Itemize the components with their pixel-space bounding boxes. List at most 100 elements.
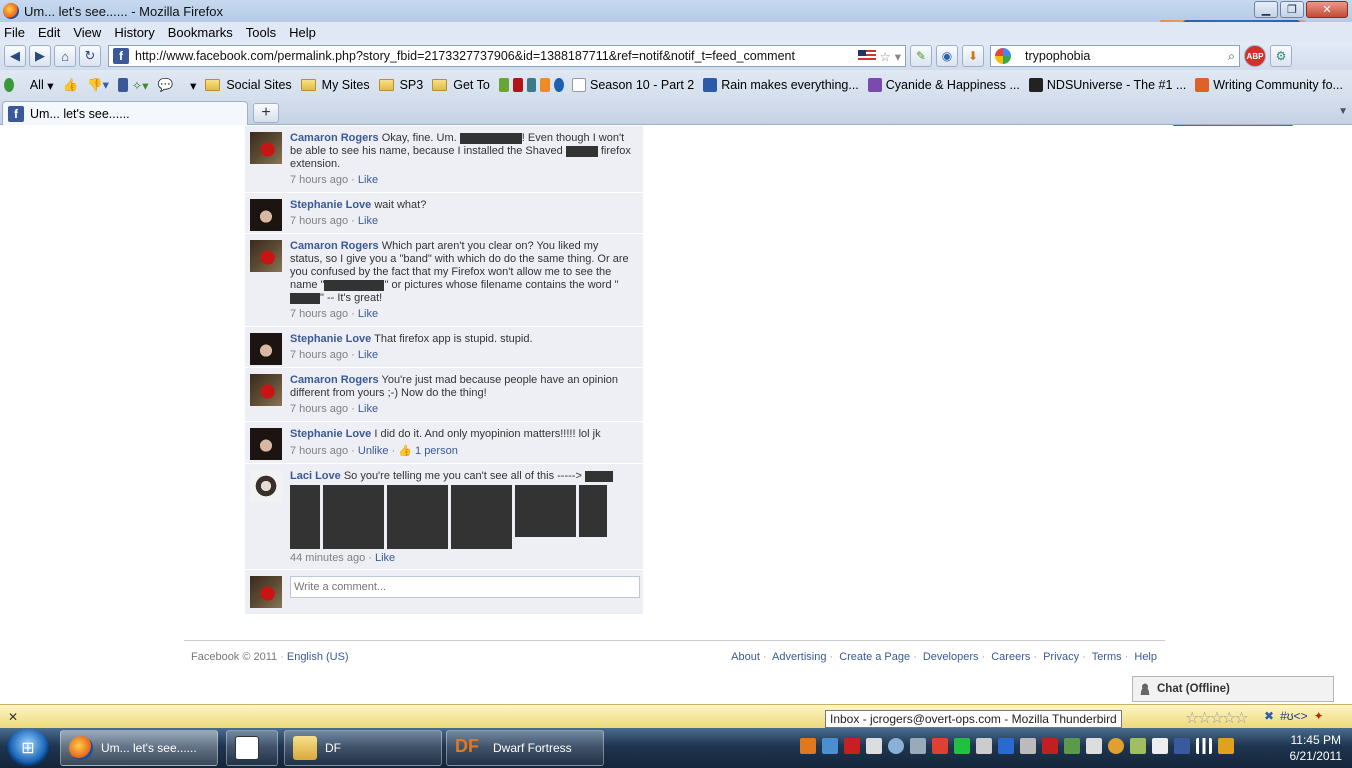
back-button[interactable]: ◀ xyxy=(4,45,26,67)
bookmark-ndsuniverse[interactable]: NDSUniverse - The #1 ... xyxy=(1028,78,1186,92)
leaf-addon-icon[interactable]: ✎ xyxy=(910,45,932,67)
like-count-link[interactable]: 👍 1 person xyxy=(398,445,458,457)
adblock-icon[interactable]: ABP xyxy=(1244,45,1266,67)
url-dropdown-icon[interactable]: ▾ xyxy=(895,49,901,64)
footer-link-developers[interactable]: Developers xyxy=(923,651,979,663)
like-link[interactable]: Like xyxy=(358,349,378,361)
stumbleupon-icon[interactable] xyxy=(4,78,14,92)
start-button[interactable]: ⊞ xyxy=(6,729,50,767)
thumbs-up-icon[interactable]: 👍 xyxy=(62,78,78,93)
facebook-bookmark-icon[interactable] xyxy=(117,78,128,92)
taskbar-clock[interactable]: 11:45 PM 6/21/2011 xyxy=(1290,732,1343,764)
comment-time[interactable]: 7 hours ago xyxy=(290,215,348,227)
home-button[interactable]: ⌂ xyxy=(54,45,76,67)
cube-icon[interactable] xyxy=(526,78,537,92)
tray-bottle-icon[interactable] xyxy=(1130,738,1146,754)
tray-volume-icon[interactable] xyxy=(1086,738,1102,754)
tray-usb-icon[interactable] xyxy=(1152,738,1168,754)
minimize-button[interactable]: ▁ xyxy=(1254,1,1278,18)
hulu-icon[interactable] xyxy=(498,78,509,92)
avatar[interactable] xyxy=(250,333,282,365)
bookmark-writing-community[interactable]: Writing Community fo... xyxy=(1195,78,1343,92)
footer-link-advertising[interactable]: Advertising xyxy=(772,651,826,663)
reload-button[interactable]: ↻ xyxy=(79,45,101,67)
footer-link-privacy[interactable]: Privacy xyxy=(1043,651,1079,663)
maximize-button[interactable]: ❐ xyxy=(1280,1,1304,18)
forward-button[interactable]: ▶ xyxy=(29,45,51,67)
menu-bookmarks[interactable]: Bookmarks xyxy=(168,25,233,40)
addon-x-icon[interactable]: ✖ xyxy=(1264,709,1274,723)
search-bar[interactable]: trypophobia ⌕ xyxy=(990,45,1240,67)
comment-time[interactable]: 7 hours ago xyxy=(290,445,348,457)
commenter-name[interactable]: Stephanie Love xyxy=(290,333,371,345)
commenter-name[interactable]: Stephanie Love xyxy=(290,199,371,211)
addon-settings-icon[interactable]: ⚙ xyxy=(1270,45,1292,67)
bookmarks-overflow-icon[interactable]: ▾ xyxy=(190,78,196,93)
thumbs-down-icon[interactable]: 👎▾ xyxy=(87,77,109,93)
bookmark-all[interactable]: All ▾ xyxy=(30,78,54,93)
tray-bluetooth-icon[interactable] xyxy=(998,738,1014,754)
menu-tools[interactable]: Tools xyxy=(246,25,276,40)
menu-edit[interactable]: Edit xyxy=(38,25,60,40)
bookmark-social-sites[interactable]: Social Sites xyxy=(205,78,292,92)
menu-view[interactable]: View xyxy=(73,25,101,40)
url-bar[interactable]: f http://www.facebook.com/permalink.php?… xyxy=(108,45,906,67)
download-icon[interactable]: ⬇ xyxy=(962,45,984,67)
tray-battery-icon[interactable] xyxy=(954,738,970,754)
avatar[interactable] xyxy=(250,428,282,460)
comment-time[interactable]: 7 hours ago xyxy=(290,349,348,361)
tray-speaker-icon[interactable] xyxy=(932,738,948,754)
tab-current[interactable]: f Um... let's see...... xyxy=(2,101,248,125)
comment-time[interactable]: 7 hours ago xyxy=(290,403,348,415)
taskbar-dwarf-fortress[interactable]: DF Dwarf Fortress xyxy=(446,730,604,766)
close-statusbar-icon[interactable]: ✕ xyxy=(8,710,18,724)
bookmark-cyanide[interactable]: Cyanide & Happiness ... xyxy=(867,78,1020,92)
tray-monitor-icon[interactable] xyxy=(910,738,926,754)
commenter-name[interactable]: Camaron Rogers xyxy=(290,374,379,386)
comment-time[interactable]: 7 hours ago xyxy=(290,174,348,186)
bookmark-season-10[interactable]: Season 10 - Part 2 xyxy=(571,78,694,92)
tray-flag-icon[interactable] xyxy=(866,738,882,754)
tray-power-icon[interactable] xyxy=(1174,738,1190,754)
commenter-name[interactable]: Camaron Rogers xyxy=(290,132,379,144)
tray-network-icon[interactable] xyxy=(822,738,838,754)
bookmark-sp3[interactable]: SP3 xyxy=(378,78,423,92)
tray-clock-icon[interactable] xyxy=(888,738,904,754)
avatar[interactable] xyxy=(250,132,282,164)
share-icon[interactable]: ✧▾ xyxy=(132,78,149,93)
commenter-name[interactable]: Laci Love xyxy=(290,470,341,482)
commenter-name[interactable]: Stephanie Love xyxy=(290,428,371,440)
tray-window-icon[interactable] xyxy=(976,738,992,754)
bookmark-rain[interactable]: Rain makes everything... xyxy=(703,78,859,92)
menu-help[interactable]: Help xyxy=(289,25,316,40)
avatar[interactable] xyxy=(250,240,282,272)
tray-notification-icon[interactable] xyxy=(1218,738,1234,754)
tray-signal-icon[interactable] xyxy=(1196,738,1212,754)
stumble-addon-icon[interactable]: ◉ xyxy=(936,45,958,67)
tray-globe-icon[interactable] xyxy=(1108,738,1124,754)
comment-time[interactable]: 44 minutes ago xyxy=(290,552,365,564)
like-link[interactable]: Like xyxy=(358,403,378,415)
tray-device-icon[interactable] xyxy=(1020,738,1036,754)
addon-misc-icon[interactable]: ✦ xyxy=(1314,709,1324,723)
comment-time[interactable]: 7 hours ago xyxy=(290,308,348,320)
tray-mail-icon[interactable] xyxy=(1064,738,1080,754)
chat-bar[interactable]: Chat (Offline) xyxy=(1132,676,1334,702)
close-window-button[interactable]: ✕ xyxy=(1306,1,1348,18)
tray-shield-icon[interactable] xyxy=(1042,738,1058,754)
tray-app-icon[interactable] xyxy=(800,738,816,754)
menu-file[interactable]: File xyxy=(4,25,25,40)
footer-language-link[interactable]: English (US) xyxy=(287,651,349,663)
unlike-link[interactable]: Unlike xyxy=(358,445,389,457)
taskbar-vnc[interactable] xyxy=(226,730,278,766)
footer-link-terms[interactable]: Terms xyxy=(1092,651,1122,663)
tab-list-icon[interactable]: ▼ xyxy=(1338,106,1348,117)
like-link[interactable]: Like xyxy=(358,174,378,186)
tray-ati-icon[interactable] xyxy=(844,738,860,754)
comment-bubble-icon[interactable]: 💬 xyxy=(157,78,173,93)
search-icon[interactable]: ⌕ xyxy=(1228,49,1235,64)
bookmark-my-sites[interactable]: My Sites xyxy=(300,78,370,92)
avatar[interactable] xyxy=(250,470,282,502)
lifebuoy-icon[interactable] xyxy=(554,78,564,92)
footer-link-about[interactable]: About xyxy=(731,651,760,663)
